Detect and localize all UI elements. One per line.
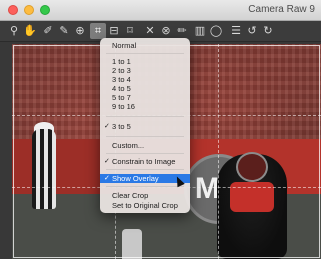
menu-item-set-to-original-crop[interactable]: Set to Original Crop (100, 201, 190, 210)
maximize-window-button[interactable] (40, 5, 50, 15)
menu-item-3-to-4[interactable]: 3 to 4 (100, 75, 190, 84)
menu-separator (106, 116, 184, 117)
red-eye-icon[interactable]: ⊗ (158, 23, 174, 39)
color-sampler-icon[interactable]: ✎ (56, 23, 72, 39)
menu-item-label: Show Overlay (112, 174, 159, 183)
checkmark-icon: ✓ (104, 157, 110, 165)
straighten-icon[interactable]: ⊟ (106, 23, 122, 39)
menu-item-9-to-16[interactable]: 9 to 16 (100, 102, 190, 111)
white-balance-icon[interactable]: ✐ (40, 23, 56, 39)
preferences-icon[interactable]: ☰ (228, 23, 244, 39)
rotate-left-icon[interactable]: ↺ (244, 23, 260, 39)
graduated-filter-icon[interactable]: ▥ (192, 23, 208, 39)
title-bar: Camera Raw 9 (0, 0, 321, 21)
spot-removal-icon[interactable]: ✕ (142, 23, 158, 39)
menu-item-4-to-5[interactable]: 4 to 5 (100, 84, 190, 93)
menu-item-label: 3 to 4 (112, 75, 131, 84)
menu-separator (106, 169, 184, 170)
menu-item-1-to-1[interactable]: 1 to 1 (100, 57, 190, 66)
checkmark-icon: ✓ (104, 174, 110, 182)
camera-raw-window: Camera Raw 9 ⚲ ✋ ✐ ✎ ⊕ ⌗ ⊟ ⌑ ✕ ⊗ ✏ ▥ ◯ ☰… (0, 0, 321, 259)
menu-item-2-to-3[interactable]: 2 to 3 (100, 66, 190, 75)
checkmark-icon: ✓ (104, 122, 110, 130)
menu-item-label: 3 to 5 (112, 122, 131, 131)
rotate-right-icon[interactable]: ↻ (260, 23, 276, 39)
menu-separator (106, 53, 184, 54)
menu-item-clear-crop[interactable]: Clear Crop (100, 191, 190, 200)
menu-item-label: Normal (112, 41, 137, 50)
zoom-tool-icon[interactable]: ⚲ (6, 23, 22, 39)
targeted-adjustment-icon[interactable]: ⊕ (72, 23, 88, 39)
menu-item-label: Constrain to Image (112, 157, 176, 166)
menu-item-label: 2 to 3 (112, 66, 131, 75)
menu-item-3-to-5[interactable]: ✓ 3 to 5 (100, 122, 190, 131)
menu-item-label: 9 to 16 (112, 102, 135, 111)
close-window-button[interactable] (8, 5, 18, 15)
menu-item-5-to-7[interactable]: 5 to 7 (100, 93, 190, 102)
menu-item-custom[interactable]: Custom... (100, 141, 190, 150)
menu-item-constrain-to-image[interactable]: ✓ Constrain to Image (100, 157, 190, 166)
radial-filter-icon[interactable]: ◯ (208, 23, 224, 39)
menu-item-label: 1 to 1 (112, 57, 131, 66)
hand-tool-icon[interactable]: ✋ (22, 23, 38, 39)
crop-tool-icon[interactable]: ⌗ (90, 23, 106, 39)
menu-separator (106, 186, 184, 187)
menu-item-label: Set to Original Crop (112, 201, 178, 210)
menu-item-label: 4 to 5 (112, 84, 131, 93)
adjustment-brush-icon[interactable]: ✏ (174, 23, 190, 39)
menu-item-normal[interactable]: Normal (100, 41, 190, 50)
menu-item-label: 5 to 7 (112, 93, 131, 102)
minimize-window-button[interactable] (24, 5, 34, 15)
menu-item-label: Clear Crop (112, 191, 149, 200)
transform-icon[interactable]: ⌑ (122, 23, 138, 39)
window-title: Camera Raw 9 (248, 4, 315, 15)
menu-separator (106, 136, 184, 137)
menu-separator (106, 153, 184, 154)
menu-item-label: Custom... (112, 141, 145, 150)
